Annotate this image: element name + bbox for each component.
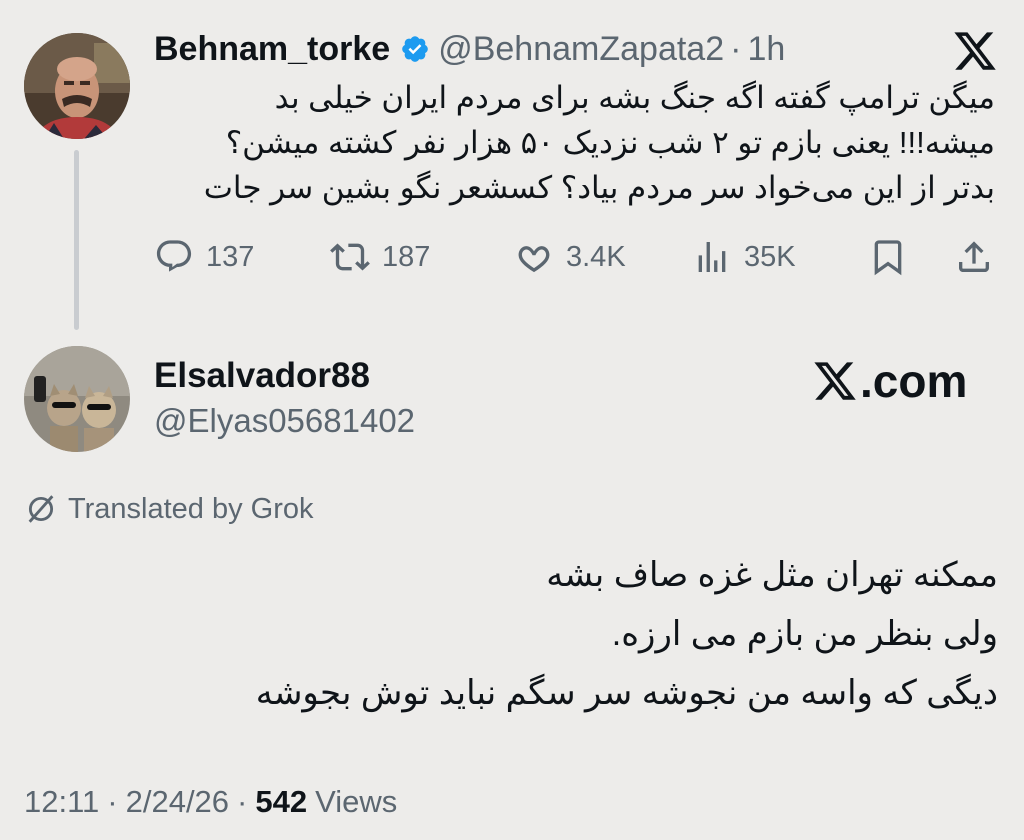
- text-line: دیگی که واسه من نجوشه سر سگم نباید توش ب…: [255, 674, 998, 712]
- repost-count: 187: [382, 240, 431, 273]
- avatar-behnam[interactable]: [24, 33, 130, 139]
- views-count: 35K: [744, 240, 796, 273]
- handle[interactable]: @BehnamZapata2: [438, 30, 724, 69]
- reply-button[interactable]: 137: [154, 232, 254, 282]
- x-logo-icon: [952, 28, 998, 74]
- avatar-image: [24, 346, 130, 452]
- reply-tweet-text: ممکنه تهران مثل غزه صاف بشه ولی بنظر من …: [150, 546, 998, 723]
- translated-label: Translated by Grok: [68, 492, 314, 525]
- text-line: ممکنه تهران مثل غزه صاف بشه: [546, 556, 998, 594]
- text-line: بدتر از این می‌خواد سر مردم بیاد؟ کسشعر …: [203, 170, 995, 205]
- handle[interactable]: @Elyas05681402: [154, 402, 415, 440]
- post-time[interactable]: 12:11: [24, 784, 99, 820]
- text-line: میگن ترامپ گفته اگه جنگ بشه برای مردم ای…: [274, 80, 995, 115]
- translated-by-grok[interactable]: Translated by Grok: [24, 490, 314, 528]
- thread-connector: [74, 150, 79, 330]
- like-button[interactable]: 3.4K: [514, 232, 626, 282]
- timestamp[interactable]: 1h: [747, 30, 785, 69]
- text-line: ولی بنظر من بازم می ارزه.: [611, 615, 998, 653]
- share-icon: [959, 241, 989, 272]
- brand-text: .com: [860, 355, 968, 407]
- views-count: 542: [255, 784, 308, 819]
- repost-icon: [330, 243, 370, 271]
- x-logo-icon: [814, 362, 856, 400]
- parent-tweet-text: میگن ترامپ گفته اگه جنگ بشه برای مردم ای…: [150, 75, 995, 210]
- tweet-screenshot: Behnam_torke @BehnamZapata2 · 1h میگن تر…: [0, 0, 1024, 840]
- text-line: میشه!!! یعنی بازم تو ۲ شب نزدیک ۵۰ هزار …: [225, 125, 995, 160]
- heart-icon: [518, 246, 550, 273]
- x-com-watermark: .com: [812, 355, 968, 407]
- action-bar: 137 187 3.4K 35K: [154, 232, 999, 282]
- views-button[interactable]: 35K: [692, 232, 796, 282]
- bookmark-button[interactable]: [868, 232, 908, 282]
- bookmark-icon: [874, 240, 902, 276]
- separator: ·: [107, 784, 118, 819]
- views-icon: [698, 242, 726, 272]
- like-count: 3.4K: [566, 240, 626, 273]
- separator: ·: [237, 784, 248, 819]
- verified-badge-icon: [400, 34, 430, 64]
- reply-icon: [156, 240, 192, 272]
- parent-tweet-header: Behnam_torke @BehnamZapata2 · 1h: [154, 28, 785, 70]
- reply-count: 137: [206, 240, 255, 273]
- translate-slash-icon: [28, 495, 54, 523]
- share-button[interactable]: [954, 232, 994, 282]
- repost-button[interactable]: 187: [330, 232, 430, 282]
- avatar-image: [24, 33, 130, 139]
- avatar-elsalvador[interactable]: [24, 346, 130, 452]
- post-date[interactable]: 2/24/26: [126, 784, 229, 820]
- tweet-meta: 12:11 · 2/24/26 · 542 Views: [24, 780, 397, 824]
- separator: ·: [730, 29, 742, 68]
- display-name[interactable]: Behnam_torke: [154, 30, 390, 69]
- views-label: Views: [315, 784, 398, 819]
- display-name[interactable]: Elsalvador88: [154, 356, 370, 396]
